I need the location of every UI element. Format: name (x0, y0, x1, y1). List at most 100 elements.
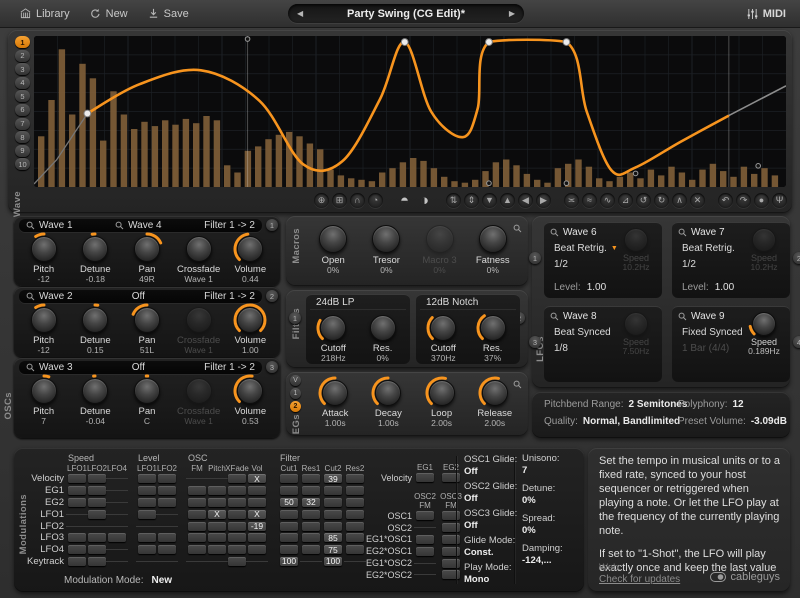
osc-filter-route[interactable]: Filter 1 -> 2 (204, 220, 255, 231)
osc-filter-route[interactable]: Filter 1 -> 2 (204, 362, 255, 373)
mod-cell-button[interactable] (324, 498, 342, 507)
osc-wave-b-selector[interactable]: Off (132, 362, 145, 373)
mod-cell-button[interactable] (416, 547, 434, 556)
param-value[interactable]: Off (464, 466, 512, 477)
draw-horizontal-icon[interactable]: ◓ (396, 192, 413, 209)
mod-cell-button[interactable] (442, 511, 460, 520)
draw-vertical-icon[interactable]: ◑ (416, 192, 433, 209)
lfo-mode-value[interactable]: Fixed Synced (682, 327, 743, 338)
preset-name[interactable]: Party Swing (CG Edit)* (303, 8, 509, 20)
rotate-left-icon[interactable]: ↺ (636, 193, 651, 208)
mod-cell-button[interactable] (228, 545, 246, 554)
mod-cell-button[interactable] (88, 510, 106, 519)
mod-cell-button[interactable] (68, 486, 86, 495)
clip-top-icon[interactable]: ≍ (564, 193, 579, 208)
lfo-level-value[interactable]: 1.00 (715, 282, 734, 293)
mod-cell-button[interactable] (442, 559, 460, 568)
mod-cell-button[interactable] (138, 498, 156, 507)
wave-display[interactable] (34, 36, 786, 187)
wave-tab-9[interactable]: 9 (15, 145, 30, 157)
param-value[interactable]: -124,... (522, 555, 582, 566)
knob-macro-3-dial[interactable] (426, 225, 454, 253)
setting-value[interactable]: 12 (732, 399, 743, 410)
mod-cell-button[interactable] (88, 533, 106, 542)
mod-cell-value[interactable]: X (248, 474, 266, 483)
mod-cell-button[interactable] (138, 545, 156, 554)
wave-tab-10[interactable]: 10 (15, 158, 30, 170)
curve-node[interactable] (84, 110, 91, 117)
lfo-level-value[interactable]: 1.00 (587, 282, 606, 293)
mod-cell-value[interactable]: 75 (324, 545, 342, 554)
mod-cell-button[interactable] (416, 473, 434, 482)
lfo-speed-knob[interactable] (624, 312, 648, 336)
eg-tab-2[interactable]: 2 (290, 401, 301, 412)
mod-cell-button[interactable] (280, 486, 298, 495)
mod-cell-button[interactable] (158, 545, 176, 554)
grid-snap-icon[interactable]: ⊞ (332, 193, 347, 208)
mod-cell-button[interactable] (324, 522, 342, 531)
mod-cell-button[interactable] (188, 545, 206, 554)
eg-tab-v[interactable]: V (290, 375, 301, 386)
lfo-wave-name[interactable]: Wave 8 (563, 311, 597, 322)
mod-cell-button[interactable] (88, 498, 106, 507)
wave-tab-7[interactable]: 7 (15, 118, 30, 130)
midi-button[interactable]: MIDI (747, 0, 786, 27)
mod-cell-value[interactable]: 50 (280, 498, 298, 507)
curve-node[interactable] (486, 39, 493, 46)
mod-cell-button[interactable] (302, 522, 320, 531)
mod-cell-value[interactable]: 85 (324, 533, 342, 542)
mod-cell-button[interactable] (280, 510, 298, 519)
randomize-icon[interactable]: ✕ (690, 193, 705, 208)
mod-cell-button[interactable] (302, 510, 320, 519)
phase-icon[interactable]: ◔ (368, 193, 383, 208)
mod-cell-button[interactable] (248, 545, 266, 554)
mod-cell-button[interactable] (442, 547, 460, 556)
mod-cell-button[interactable] (280, 474, 298, 483)
mod-cell-button[interactable] (188, 498, 206, 507)
check-updates-link[interactable]: Check for updates (599, 574, 680, 585)
mod-cell-value[interactable]: -19 (248, 522, 266, 531)
mod-cell-button[interactable] (208, 486, 226, 495)
lfo-rate-value[interactable]: 1/8 (554, 343, 568, 354)
mod-cell-button[interactable] (302, 545, 320, 554)
mod-cell-button[interactable] (248, 498, 266, 507)
mod-cell-button[interactable] (416, 511, 434, 520)
mod-cell-button[interactable] (248, 533, 266, 542)
lfo-speed-knob[interactable] (752, 228, 776, 252)
mod-cell-button[interactable] (158, 486, 176, 495)
param-value[interactable]: 7 (522, 465, 582, 476)
expand-icon[interactable]: ⇕ (464, 193, 479, 208)
library-button[interactable]: Library (20, 8, 70, 20)
mod-cell-button[interactable] (228, 522, 246, 531)
param-value[interactable]: Off (464, 493, 512, 504)
mod-cell-button[interactable] (248, 486, 266, 495)
wave-tab-3[interactable]: 3 (15, 63, 30, 75)
undo-icon[interactable]: ↶ (718, 193, 733, 208)
lfo-mode-value[interactable]: Beat Retrig. (554, 243, 607, 254)
mod-cell-button[interactable] (324, 510, 342, 519)
curve-marker[interactable] (756, 164, 761, 169)
mod-cell-value[interactable]: 39 (324, 474, 342, 483)
mod-cell-button[interactable] (280, 545, 298, 554)
mod-cell-value[interactable]: 100 (324, 557, 342, 566)
mod-cell-button[interactable] (302, 486, 320, 495)
lfo-speed-knob[interactable] (624, 228, 648, 252)
mic-icon[interactable]: Ψ (772, 193, 787, 208)
mod-cell-button[interactable] (138, 486, 156, 495)
curve-marker[interactable] (564, 181, 569, 186)
record-icon[interactable]: ● (754, 193, 769, 208)
mod-cell-button[interactable] (228, 486, 246, 495)
mod-cell-button[interactable] (108, 533, 126, 542)
osc-wave-b-selector[interactable]: Wave 4 (128, 220, 162, 231)
mod-cell-button[interactable] (158, 498, 176, 507)
mod-cell-button[interactable] (88, 557, 106, 566)
param-value[interactable]: 0% (522, 525, 582, 536)
clip-bottom-icon[interactable]: ≈ (582, 193, 597, 208)
mod-cell-button[interactable] (88, 545, 106, 554)
zoom-tool-icon[interactable]: ⊕ (314, 193, 329, 208)
filter-2-type[interactable]: 12dB Notch (420, 297, 516, 310)
modulation-mode-value[interactable]: New (152, 575, 173, 586)
curve-marker[interactable] (633, 171, 638, 176)
mod-cell-button[interactable] (68, 474, 86, 483)
mod-cell-button[interactable] (188, 533, 206, 542)
